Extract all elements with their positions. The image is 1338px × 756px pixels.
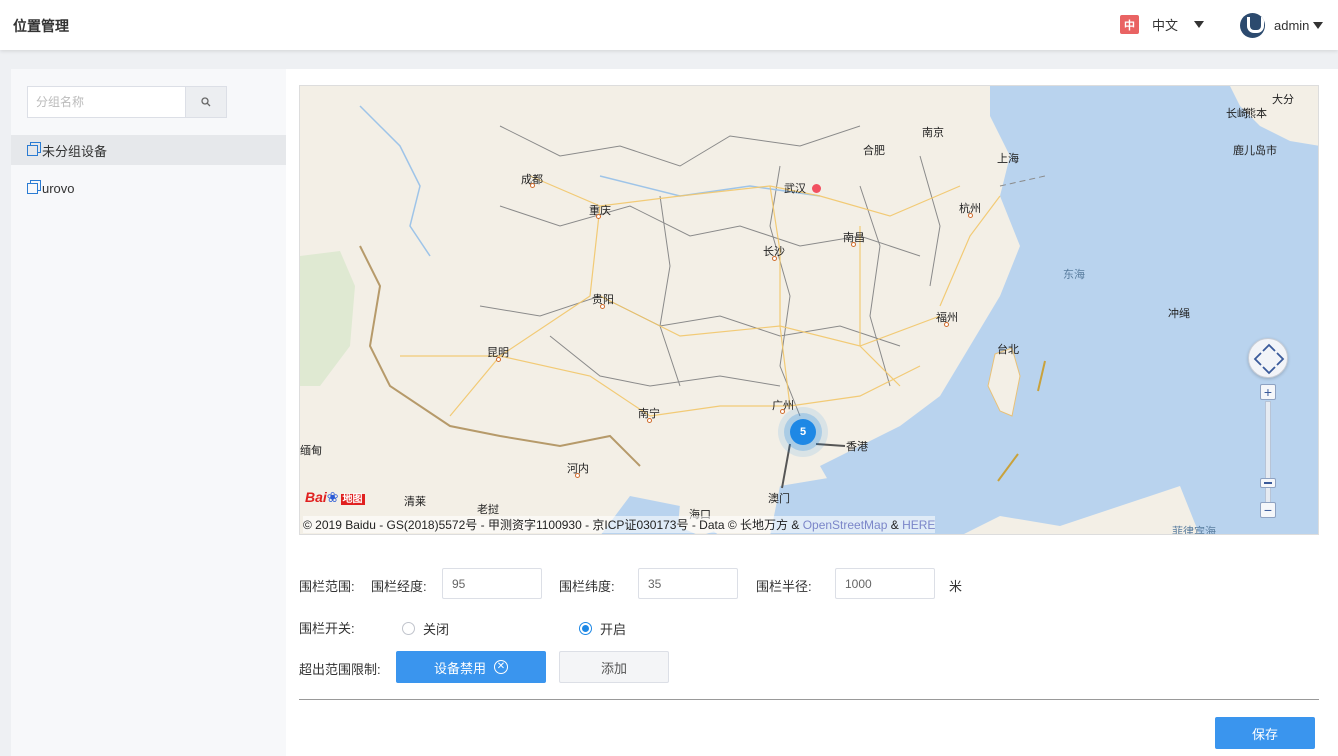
close-icon[interactable]: ✕ [494, 660, 508, 674]
map-city-dot [851, 242, 856, 247]
add-button[interactable]: 添加 [559, 651, 669, 683]
radio-label: 开启 [600, 622, 627, 637]
fence-switch-label: 围栏开关: [299, 621, 355, 636]
page-title: 位置管理 [13, 18, 69, 34]
zoom-in-button[interactable]: + [1260, 384, 1276, 400]
fence-radius-label: 围栏半径: [756, 579, 812, 594]
map-city-label: 清莱 [404, 496, 426, 508]
map-city-label: 老挝 [477, 504, 499, 516]
map-city-dot [496, 357, 501, 362]
zoom-slider-track[interactable] [1265, 401, 1271, 504]
device-cluster-marker[interactable]: 5 [790, 419, 816, 445]
form-divider [299, 699, 1319, 700]
group-item-ungrouped[interactable]: 未分组设备 [11, 135, 286, 165]
device-disable-tag-button[interactable]: 设备禁用 ✕ [396, 651, 546, 683]
fence-latitude-label: 围栏纬度: [559, 579, 615, 594]
language-label: 中文 [1152, 18, 1179, 33]
map-city-label: 武汉 [784, 183, 806, 195]
fence-longitude-input[interactable] [442, 568, 542, 599]
zoom-out-button[interactable]: − [1260, 502, 1276, 518]
paw-icon: ❀ [326, 489, 339, 505]
group-sidebar: 未分组设备 urovo [11, 69, 286, 756]
group-item-label: urovo [42, 180, 75, 196]
zoom-slider-handle[interactable] [1260, 478, 1276, 488]
user-name: admin [1274, 18, 1310, 33]
map-city-label: 香港 [846, 441, 868, 453]
radio-checked-icon [579, 622, 592, 635]
main-panel: 南京 合肥 上海 成都 武汉 杭州 重庆 长沙 南昌 贵阳 福州 昆明 台北 广… [286, 69, 1338, 756]
top-header: 位置管理 中 中文 admin [0, 0, 1338, 50]
here-link[interactable]: HERE [902, 518, 935, 532]
search-icon [201, 97, 211, 107]
baidu-logo-map-text: 地图 [340, 494, 365, 505]
search-button[interactable] [185, 86, 227, 118]
copyright-separator: & [887, 518, 903, 532]
map-city-dot [530, 183, 535, 188]
fence-radius-input[interactable] [835, 568, 935, 599]
radius-unit-label: 米 [949, 579, 963, 594]
group-icon [27, 142, 41, 156]
button-label: 设备禁用 [433, 660, 486, 676]
map-city-dot [772, 256, 777, 261]
fence-longitude-label: 围栏经度: [371, 579, 427, 594]
map-sea-label: 菲律宾海 [1172, 526, 1216, 535]
group-search-input[interactable] [27, 86, 185, 118]
map-city-dot [780, 409, 785, 414]
user-menu[interactable]: admin [1240, 13, 1324, 38]
radio-circle-icon [402, 622, 415, 635]
map-view[interactable]: 南京 合肥 上海 成都 武汉 杭州 重庆 长沙 南昌 贵阳 福州 昆明 台北 广… [299, 85, 1319, 535]
map-city-label: 缅甸 [300, 445, 322, 457]
fence-range-label: 围栏范围: [299, 579, 355, 594]
openstreetmap-link[interactable]: OpenStreetMap [803, 518, 888, 532]
map-city-dot [647, 418, 652, 423]
map-city-label: 冲绳 [1168, 308, 1190, 320]
map-city-label: 鹿儿岛市 [1233, 145, 1277, 157]
group-search [27, 86, 227, 118]
map-city-label: 台北 [997, 344, 1019, 356]
map-city-label: 熊本 [1245, 108, 1267, 120]
map-city-dot [600, 304, 605, 309]
language-switcher[interactable]: 中 中文 [1120, 15, 1205, 34]
copyright-text: © 2019 Baidu - GS(2018)5572号 - 甲测资字11009… [303, 518, 803, 532]
fence-switch-off-radio[interactable]: 关闭 [402, 619, 449, 638]
language-flag-icon: 中 [1120, 15, 1139, 34]
map-city-label: 南京 [922, 127, 944, 139]
map-city-label: 澳门 [768, 493, 790, 505]
map-city-label: 合肥 [863, 145, 885, 157]
map-zoom-control: + − [1260, 384, 1276, 522]
device-location-marker[interactable] [812, 184, 821, 193]
fence-latitude-input[interactable] [638, 568, 738, 599]
pan-arrows-icon [1253, 343, 1285, 375]
map-sea-label: 东海 [1063, 269, 1085, 281]
map-city-label: 上海 [997, 153, 1019, 165]
map-city-dot [596, 214, 601, 219]
out-of-range-limit-label: 超出范围限制: [299, 662, 381, 677]
chevron-down-icon [1194, 21, 1205, 28]
save-button[interactable]: 保存 [1215, 717, 1315, 749]
group-item-label: 未分组设备 [42, 143, 108, 159]
group-item-urovo[interactable]: urovo [11, 173, 286, 203]
map-base [300, 86, 1318, 534]
group-icon [27, 180, 41, 194]
map-city-dot [575, 473, 580, 478]
radio-label: 关闭 [423, 622, 450, 637]
map-pan-control[interactable] [1248, 338, 1288, 378]
baidu-logo-text: Bai [305, 489, 327, 505]
avatar [1240, 13, 1265, 38]
chevron-down-icon [1313, 22, 1324, 29]
map-copyright: © 2019 Baidu - GS(2018)5572号 - 甲测资字11009… [303, 516, 936, 533]
baidu-map-logo: Bai❀ 地图 [305, 489, 365, 506]
map-city-label: 大分 [1272, 94, 1294, 106]
map-city-dot [944, 322, 949, 327]
map-city-dot [968, 213, 973, 218]
fence-switch-on-radio[interactable]: 开启 [579, 619, 626, 638]
